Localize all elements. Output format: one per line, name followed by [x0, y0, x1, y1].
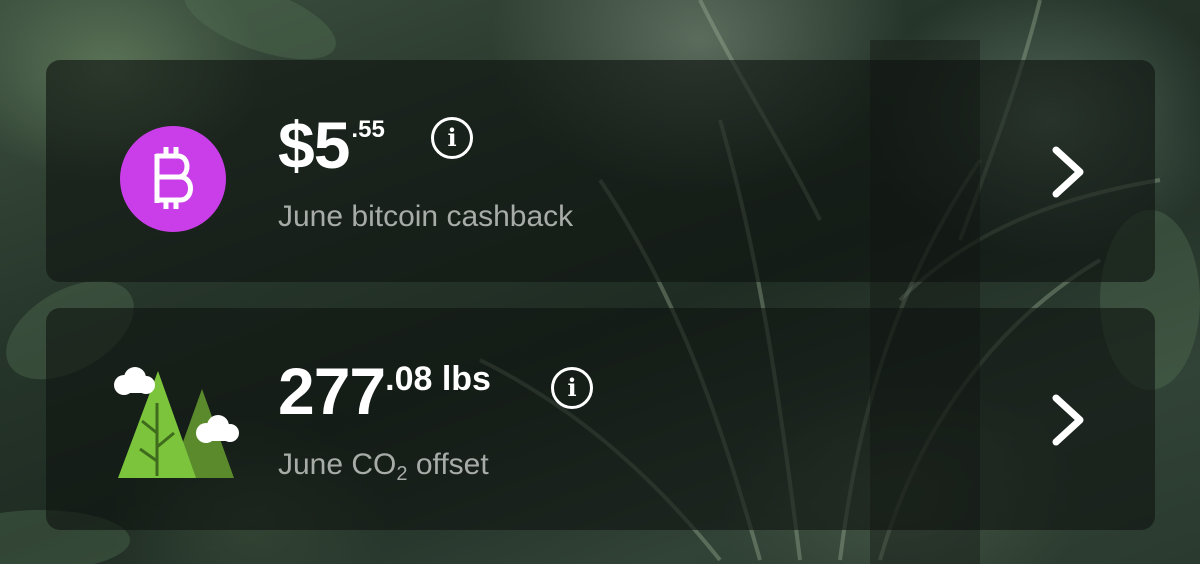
co2-amount-main: 277 — [278, 354, 386, 428]
co2-amount-unit: .08 lbs — [385, 360, 491, 398]
co2-caption-prefix: June CO — [278, 448, 397, 481]
co2-caption: June CO2 offset — [278, 448, 489, 486]
co2-caption-subscript: 2 — [396, 463, 408, 485]
cashback-amount-main: $5 — [278, 108, 350, 182]
trees-icon — [114, 367, 239, 478]
bitcoin-icon — [120, 126, 226, 232]
co2-amount: 277.08 lbs — [278, 358, 491, 424]
info-icon[interactable]: i — [431, 117, 473, 159]
cashback-amount-cents: .55 — [351, 116, 385, 143]
co2-offset-card[interactable]: 277.08 lbs i June CO2 offset — [46, 308, 1155, 530]
cashback-amount: $5.55 — [278, 112, 385, 178]
co2-caption-suffix: offset — [407, 448, 489, 481]
chevron-right-icon[interactable] — [1048, 392, 1088, 448]
cashback-caption: June bitcoin cashback — [278, 200, 574, 233]
chevron-right-icon[interactable] — [1048, 144, 1088, 200]
bitcoin-cashback-card[interactable]: $5.55 i June bitcoin cashback — [46, 60, 1155, 282]
info-icon[interactable]: i — [551, 367, 593, 409]
